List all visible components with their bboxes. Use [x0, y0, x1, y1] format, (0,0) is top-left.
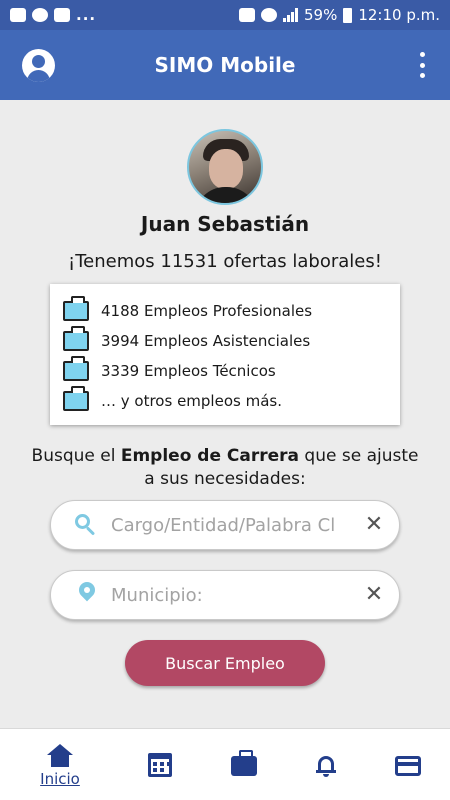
- list-item: … y otros empleos más.: [50, 386, 400, 416]
- briefcase-icon: [63, 326, 89, 351]
- signal-icon: [282, 8, 298, 22]
- youtube-icon: [54, 8, 70, 22]
- nav-item-payments[interactable]: [388, 729, 428, 800]
- clear-municipio-icon[interactable]: ✕: [363, 584, 385, 606]
- more-notifications: ...: [76, 6, 97, 24]
- clear-search-icon[interactable]: ✕: [363, 514, 385, 536]
- list-item: 3994 Empleos Asistenciales: [50, 326, 400, 356]
- search-input[interactable]: [111, 510, 359, 540]
- alarm-icon: [238, 8, 255, 22]
- user-avatar: [187, 129, 263, 205]
- status-system: 59% 12:10 p.m.: [238, 6, 440, 24]
- list-item: 4188 Empleos Profesionales: [50, 296, 400, 326]
- user-name: Juan Sebastián: [140, 212, 310, 236]
- briefcase-icon: [63, 356, 89, 381]
- app-bar: SIMO Mobile: [0, 30, 450, 100]
- app-title: SIMO Mobile: [154, 53, 296, 77]
- location-pin-icon: [75, 578, 99, 608]
- status-notifications: ...: [10, 6, 96, 24]
- overflow-menu-icon[interactable]: [418, 52, 426, 78]
- nav-item-jobs[interactable]: [224, 729, 264, 800]
- municipio-field[interactable]: ✕: [50, 570, 400, 620]
- list-item: 3339 Empleos Técnicos: [50, 356, 400, 386]
- municipio-input[interactable]: [111, 580, 359, 610]
- job-count-label: … y otros empleos más.: [101, 392, 282, 410]
- search-field[interactable]: ✕: [50, 500, 400, 550]
- briefcase-icon: [63, 386, 89, 411]
- account-icon[interactable]: [22, 49, 55, 82]
- offers-message: ¡Tenemos 11531 ofertas laborales!: [68, 251, 382, 272]
- calendar-icon: [148, 753, 172, 777]
- clock: 12:10 p.m.: [358, 6, 440, 24]
- nav-item-notifications[interactable]: [306, 729, 346, 800]
- status-bar: ... 59% 12:10 p.m.: [0, 0, 450, 30]
- wifi-icon: [260, 8, 277, 22]
- jobs-summary-card: 4188 Empleos Profesionales 3994 Empleos …: [50, 284, 400, 425]
- battery-icon: [343, 7, 353, 23]
- job-count-label: 3339 Empleos Técnicos: [101, 362, 276, 380]
- nav-item-calendar[interactable]: [140, 729, 180, 800]
- pinterest-icon: [32, 8, 48, 22]
- bell-icon: [316, 754, 336, 777]
- home-icon: [47, 744, 73, 768]
- bottom-navigation: Inicio: [0, 728, 450, 800]
- nav-item-home[interactable]: Inicio: [30, 729, 90, 800]
- search-prompt-emphasis: Empleo de Carrera: [120, 446, 300, 466]
- nav-home-label: Inicio: [40, 770, 80, 788]
- mail-icon: [10, 8, 26, 22]
- search-prompt-text: Busque el: [31, 446, 121, 466]
- search-icon: [75, 514, 97, 536]
- battery-percent: 59%: [303, 6, 338, 24]
- briefcase-icon: [231, 750, 257, 776]
- credit-card-icon: [395, 756, 421, 776]
- job-count-label: 4188 Empleos Profesionales: [101, 302, 313, 320]
- job-count-label: 3994 Empleos Asistenciales: [101, 332, 311, 350]
- search-jobs-button[interactable]: Buscar Empleo: [125, 640, 325, 686]
- briefcase-icon: [63, 296, 89, 321]
- search-prompt: Busque el Empleo de Carrera que se ajust…: [25, 445, 425, 491]
